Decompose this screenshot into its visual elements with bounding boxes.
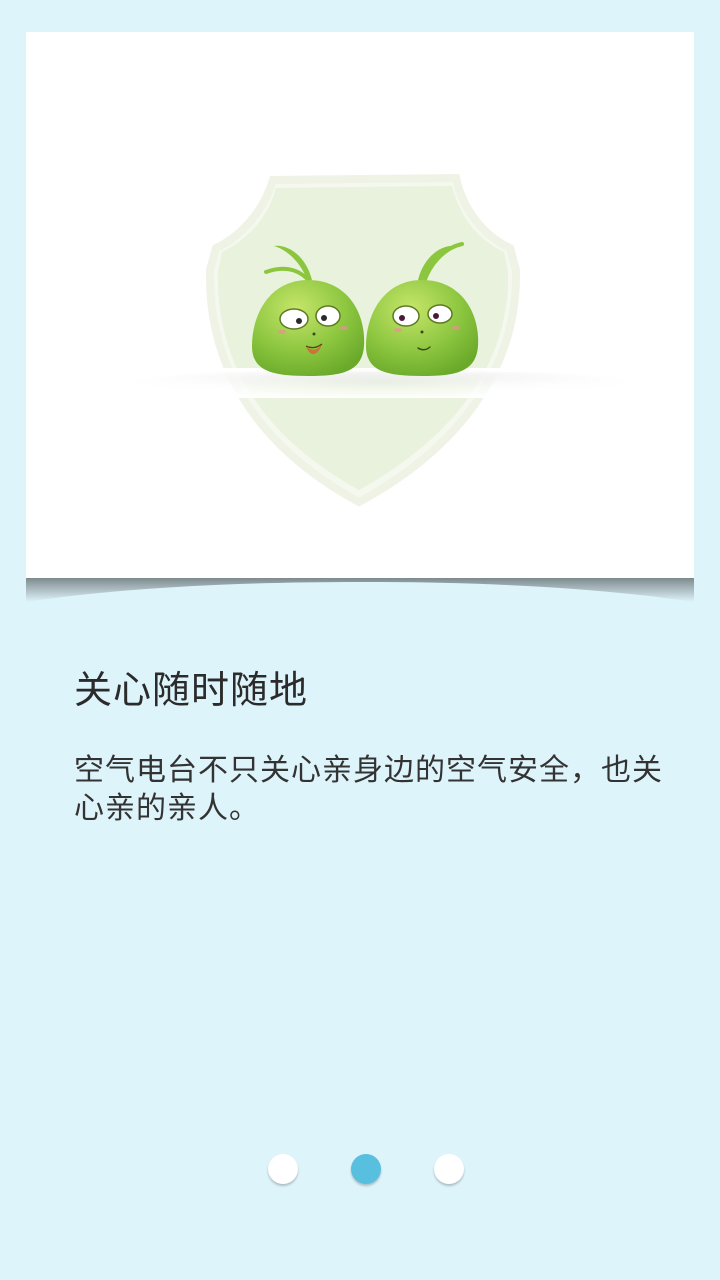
page-dot-2-active[interactable] [351, 1154, 381, 1184]
shield-mascots-illustration [126, 173, 636, 507]
onboarding-title: 关心随时随地 [74, 668, 309, 712]
page-dot-1[interactable] [268, 1154, 298, 1184]
illustration-card [26, 32, 694, 578]
card-bottom-shadow [26, 578, 694, 604]
onboarding-description: 空气电台不只关心亲身边的空气安全，也关心亲的亲人。 [74, 753, 663, 826]
onboarding-text: 关心随时随地 空气电台不只关心亲身边的空气安全，也关心亲的亲人。 [74, 664, 664, 828]
page-indicator [0, 1154, 720, 1188]
onboarding-screen: 关心随时随地 空气电台不只关心亲身边的空气安全，也关心亲的亲人。 [0, 0, 720, 1280]
page-dot-3[interactable] [434, 1154, 464, 1184]
